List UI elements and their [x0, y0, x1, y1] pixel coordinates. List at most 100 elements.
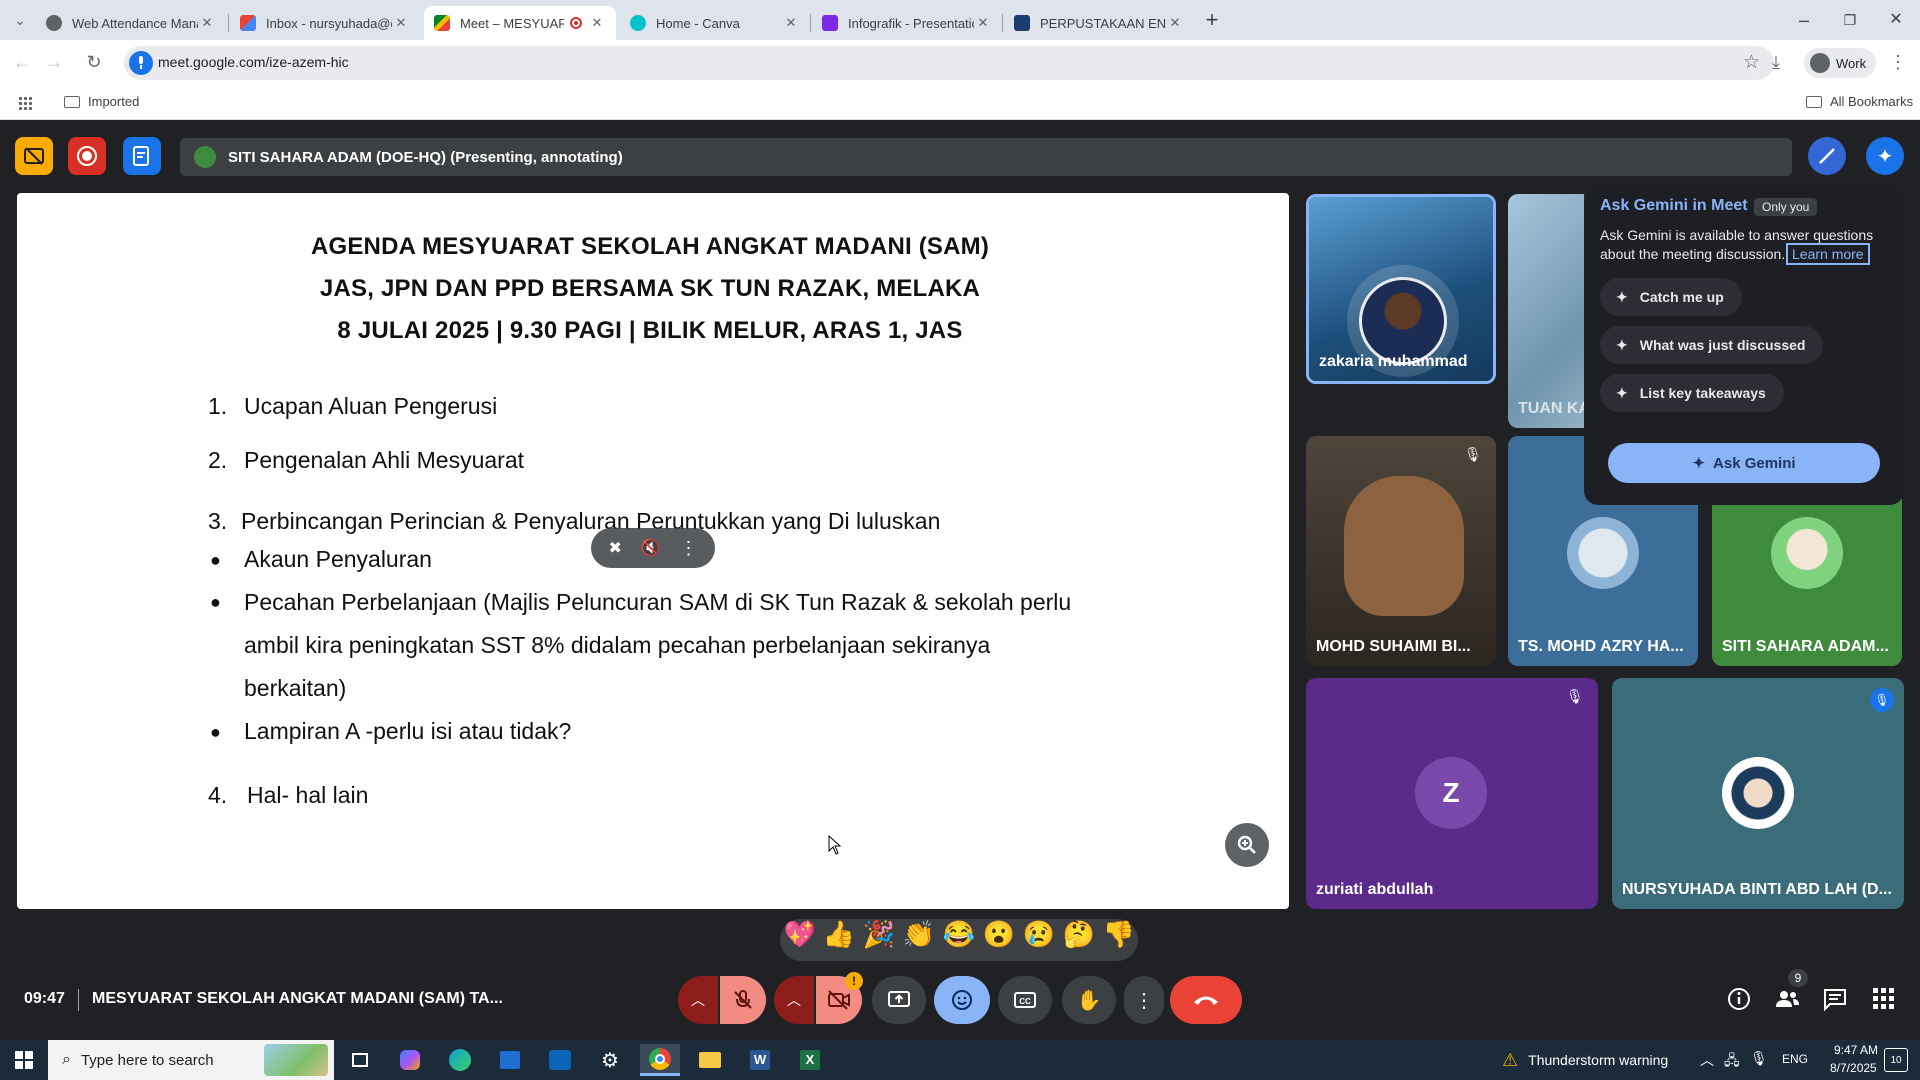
start-button[interactable]	[4, 1044, 44, 1076]
reactions-button[interactable]	[934, 976, 990, 1024]
task-view-icon[interactable]	[340, 1044, 380, 1076]
store-icon[interactable]	[490, 1044, 530, 1076]
reaction-laugh[interactable]: 😂	[940, 919, 978, 950]
profile-button[interactable]: Work	[1804, 48, 1876, 78]
browser-toolbar: ← → ↻ meet.google.com/ize-azem-hic ☆ ⤓ W…	[0, 40, 1920, 86]
tab-inbox[interactable]: Inbox - nursyuhada@doe.gov.m ✕	[230, 6, 420, 40]
raise-hand-button[interactable]: ✋	[1062, 976, 1116, 1024]
learn-more-link[interactable]: Learn more	[1786, 243, 1870, 265]
weather-widget[interactable]: ⚠ Thunderstorm warning	[1502, 1040, 1668, 1080]
site-info-icon[interactable]	[129, 51, 153, 75]
address-bar[interactable]: meet.google.com/ize-azem-hic ☆	[124, 46, 1774, 80]
zoom-button[interactable]	[1225, 823, 1269, 867]
reaction-thinking[interactable]: 🤔	[1060, 919, 1098, 950]
participant-tile[interactable]: Z 🎙 zuriati abdullah	[1306, 678, 1598, 909]
captions-button[interactable]: CC	[998, 976, 1052, 1024]
all-bookmarks[interactable]: All Bookmarks	[1806, 94, 1913, 109]
file-explorer-icon[interactable]	[690, 1044, 730, 1076]
back-icon[interactable]: ←	[8, 48, 36, 76]
network-icon[interactable]: 🖧	[1724, 1050, 1740, 1074]
settings-icon[interactable]: ⚙	[590, 1044, 630, 1076]
catch-me-up-chip[interactable]: ✦ Catch me up	[1600, 278, 1742, 316]
tab-search-icon[interactable]: ⌄	[6, 6, 34, 34]
download-icon[interactable]: ⤓	[1762, 48, 1790, 76]
tab-perpustakaan[interactable]: PERPUSTAKAAN ENVIRO DIGITA ✕	[1004, 6, 1194, 40]
new-tab-icon[interactable]: +	[1198, 6, 1226, 34]
muted-mic-icon: 🎙	[1464, 446, 1482, 462]
chat-button[interactable]	[1820, 986, 1850, 1016]
close-tab-icon[interactable]: ✕	[588, 15, 606, 31]
agenda-item: Perbincangan Perincian & Penyaluran Peru…	[241, 508, 941, 534]
forward-icon[interactable]: →	[40, 48, 68, 76]
minimize-icon[interactable]: –	[1790, 6, 1818, 34]
activities-button[interactable]	[1868, 986, 1898, 1016]
close-tab-icon[interactable]: ✕	[198, 15, 216, 31]
tab-infografik[interactable]: Infografik - Presentation (4:3) ✕	[812, 6, 1002, 40]
clock-time[interactable]: 9:47 AM	[1834, 1043, 1878, 1057]
chrome-icon[interactable]	[640, 1044, 680, 1076]
present-button[interactable]	[872, 976, 926, 1024]
tab-web-attendance[interactable]: Web Attendance Management ✕	[36, 6, 226, 40]
people-button[interactable]	[1772, 986, 1802, 1016]
bookmark-folder-imported[interactable]: Imported	[64, 94, 139, 109]
close-tab-icon[interactable]: ✕	[782, 15, 800, 31]
camera-options-button[interactable]: ︿	[774, 976, 814, 1024]
ask-gemini-button[interactable]: ✦ Ask Gemini	[1608, 443, 1880, 483]
sub-item: Lampiran A -perlu isi atau tidak?	[244, 718, 572, 744]
participant-tile[interactable]: zakaria muhammad	[1306, 194, 1496, 384]
reaction-surprised[interactable]: 😮	[980, 919, 1018, 950]
bookmark-star-icon[interactable]: ☆	[1743, 51, 1760, 74]
participant-tile[interactable]: 🎙 MOHD SUHAIMI BI...	[1306, 436, 1496, 666]
browser-menu-icon[interactable]: ⋮	[1884, 48, 1912, 76]
close-tab-icon[interactable]: ✕	[974, 15, 992, 31]
participant-name: NURSYUHADA BINTI ABD LAH (D...	[1622, 881, 1892, 898]
reaction-thumbs-up[interactable]: 👍	[820, 919, 858, 950]
tab-canva[interactable]: Home - Canva ✕	[620, 6, 810, 40]
clock-date[interactable]: 8/7/2025	[1830, 1061, 1877, 1075]
annotate-button[interactable]	[1808, 137, 1846, 175]
tab-title: Infografik - Presentation (4:3)	[848, 15, 974, 31]
reaction-thumbs-down[interactable]: 👎	[1100, 919, 1138, 950]
participant-name: TUAN KA	[1518, 400, 1590, 417]
volume-icon[interactable]: 🎙	[1750, 1050, 1768, 1067]
reaction-party[interactable]: 🎉	[860, 919, 898, 950]
mute-presentation-icon[interactable]: 🔇	[641, 538, 661, 558]
more-options-button[interactable]: ⋮	[1124, 976, 1164, 1024]
what-was-discussed-chip[interactable]: ✦ What was just discussed	[1600, 326, 1824, 364]
tab-meet[interactable]: Meet – MESYUARAT SEKOL ✕	[424, 6, 616, 40]
microphone-button[interactable]	[720, 976, 766, 1024]
notification-center[interactable]: 10	[1884, 1048, 1908, 1072]
edge-icon[interactable]	[440, 1044, 480, 1076]
leave-call-button[interactable]	[1170, 976, 1242, 1024]
recording-button[interactable]	[68, 137, 106, 175]
meeting-details-button[interactable]	[1724, 986, 1754, 1016]
unpin-icon[interactable]: ✖	[608, 538, 621, 558]
close-window-icon[interactable]: ✕	[1882, 6, 1910, 34]
participant-tile[interactable]: 🎙 NURSYUHADA BINTI ABD LAH (D...	[1612, 678, 1904, 909]
apps-grid-icon[interactable]	[18, 96, 32, 110]
list-takeaways-chip[interactable]: ✦ List key takeaways	[1600, 374, 1784, 412]
gemini-button[interactable]: ✦	[1866, 137, 1904, 175]
close-tab-icon[interactable]: ✕	[1166, 15, 1184, 31]
more-options-icon[interactable]: ⋮	[680, 538, 698, 559]
show-hidden-icons[interactable]: ︿	[1700, 1050, 1714, 1070]
hang-up-icon	[1194, 996, 1218, 1005]
language-indicator[interactable]: ENG	[1782, 1052, 1808, 1066]
notes-button[interactable]	[123, 137, 161, 175]
reaction-heart[interactable]: 💖	[781, 919, 819, 950]
sub-item-continued: berkaitan)	[244, 675, 347, 701]
warning-badge-icon: !	[845, 972, 863, 990]
taskbar-search-box[interactable]: ⌕ Type here to search	[48, 1040, 334, 1080]
restore-icon[interactable]: ❐	[1836, 6, 1864, 34]
close-tab-icon[interactable]: ✕	[392, 15, 410, 31]
mic-options-button[interactable]: ︿	[678, 976, 718, 1024]
reaction-sad[interactable]: 😢	[1020, 919, 1058, 950]
canva-presentation-icon	[822, 15, 838, 31]
reload-icon[interactable]: ↻	[80, 48, 108, 76]
reaction-clap[interactable]: 👏	[900, 919, 938, 950]
outlook-icon[interactable]	[540, 1044, 580, 1076]
copilot-icon[interactable]	[390, 1044, 430, 1076]
word-icon[interactable]: W	[740, 1044, 780, 1076]
excel-icon[interactable]: X	[790, 1044, 830, 1076]
stop-captions-button[interactable]	[15, 137, 53, 175]
